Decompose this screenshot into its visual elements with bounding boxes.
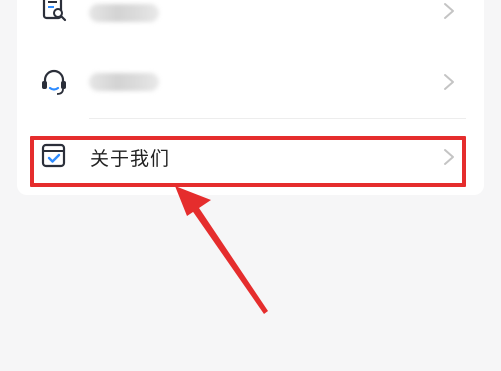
annotation-arrow [175, 186, 268, 314]
blurred-label [89, 4, 159, 22]
screen: 关于我们 [0, 0, 501, 371]
document-search-icon [39, 0, 69, 23]
chevron-right-icon [442, 2, 456, 20]
blurred-label [89, 73, 159, 91]
divider [89, 118, 466, 119]
headset-icon [39, 67, 69, 97]
menu-item-2[interactable] [17, 54, 484, 110]
menu-item-1[interactable] [17, 0, 484, 32]
chevron-right-icon [442, 73, 456, 91]
